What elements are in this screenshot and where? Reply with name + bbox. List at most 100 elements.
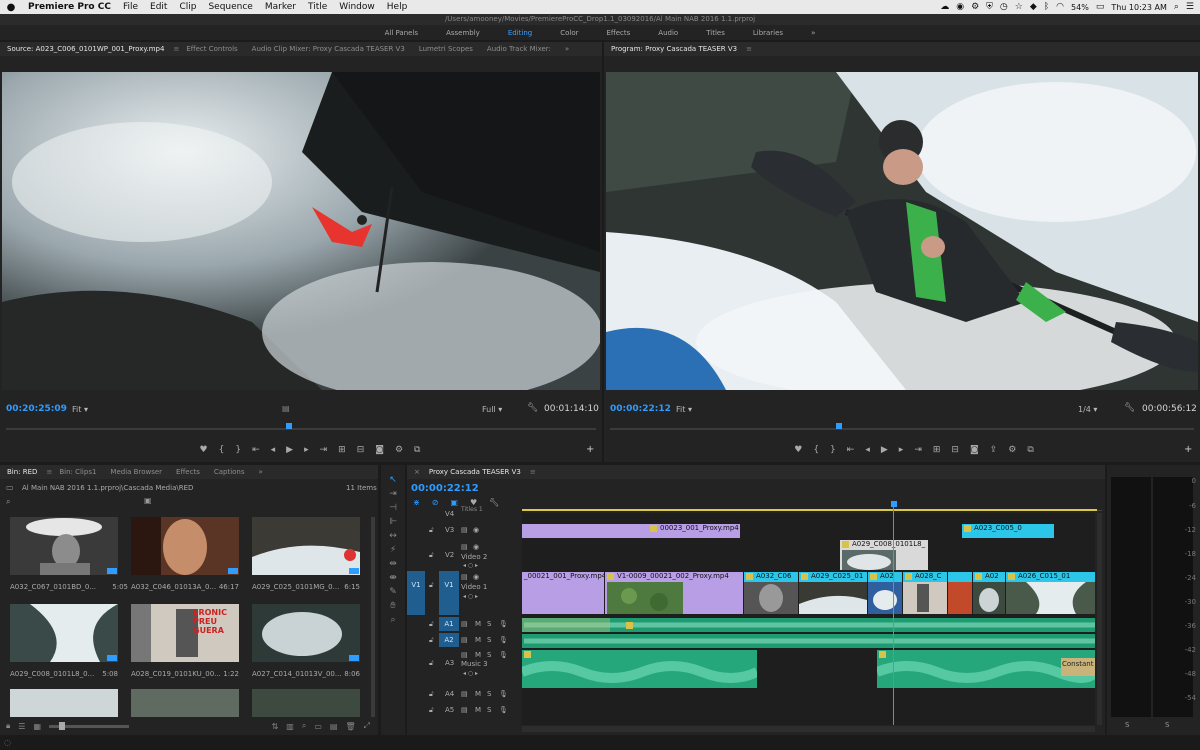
program-video[interactable] bbox=[606, 72, 1198, 390]
sort-icon[interactable]: ⇅ bbox=[272, 722, 279, 731]
tab-effects[interactable]: Effects bbox=[169, 468, 207, 476]
solo-left-button[interactable]: S bbox=[1125, 721, 1129, 729]
timeline-timecode[interactable]: 00:00:22:12 bbox=[411, 483, 479, 494]
go-to-in-icon[interactable]: ⇤ bbox=[847, 445, 855, 455]
timeline-clip[interactable]: A02 bbox=[868, 572, 902, 614]
program-scrubber[interactable] bbox=[610, 428, 1194, 430]
tab-captions[interactable]: Captions bbox=[207, 468, 252, 476]
source-timecode[interactable]: 00:20:25:09 bbox=[6, 404, 67, 414]
tab-source[interactable]: Source: A023_C006_0101WP_001_Proxy.mp4 bbox=[0, 45, 171, 53]
source-playhead[interactable] bbox=[286, 423, 292, 429]
eye-icon[interactable]: ◉ bbox=[473, 526, 479, 534]
keyframe-nav-icon[interactable]: ◂ ○ ▸ bbox=[463, 593, 478, 600]
lock-icon[interactable]: 🔓︎ bbox=[429, 690, 434, 699]
work-area-bar[interactable] bbox=[522, 509, 1097, 511]
pen-tool-icon[interactable]: ✎ bbox=[387, 587, 399, 599]
multicam-icon[interactable]: ⧉ bbox=[414, 445, 420, 455]
go-to-out-icon[interactable]: ⇥ bbox=[914, 445, 922, 455]
tab-audio-clip-mixer[interactable]: Audio Clip Mixer: Proxy Cascada TEASER V… bbox=[245, 45, 412, 53]
source-quality-select[interactable]: Full ▾ bbox=[482, 405, 502, 414]
solo-button[interactable]: S bbox=[487, 706, 491, 714]
time-machine-icon[interactable]: ◷ bbox=[1000, 2, 1008, 12]
tab-audio-track-mixer[interactable]: Audio Track Mixer: bbox=[480, 45, 558, 53]
source-patch-v1[interactable]: V1 bbox=[407, 571, 425, 615]
toggle-sync-icon[interactable]: ▤ bbox=[461, 706, 468, 714]
wrench-icon[interactable]: 🔧︎ bbox=[489, 498, 499, 507]
lock-icon[interactable]: 🔓︎ bbox=[429, 551, 434, 560]
extract-icon[interactable]: ⊟ bbox=[951, 445, 959, 455]
audio-clip[interactable] bbox=[522, 634, 1095, 648]
workspace-editing[interactable]: Editing bbox=[494, 29, 546, 37]
icon-view-icon[interactable]: ▦ bbox=[33, 722, 41, 731]
rate-stretch-tool-icon[interactable]: ↔ bbox=[387, 531, 399, 543]
menu-help[interactable]: Help bbox=[381, 2, 414, 12]
workspace-all-panels[interactable]: All Panels bbox=[371, 29, 432, 37]
info-icon[interactable]: ◌ bbox=[4, 738, 11, 747]
lock-icon[interactable]: 🔓︎ bbox=[429, 620, 434, 629]
battery-icon[interactable]: ▭ bbox=[1096, 2, 1105, 12]
dropbox-icon[interactable]: ◆ bbox=[1030, 2, 1037, 12]
clip-thumbnail[interactable] bbox=[252, 604, 360, 662]
selection-tool-icon[interactable]: ↖ bbox=[387, 475, 399, 487]
tab-bin-red[interactable]: Bin: RED bbox=[0, 468, 44, 476]
toggle-sync-icon[interactable]: ▤ bbox=[461, 543, 468, 551]
insert-icon[interactable]: ⊞ bbox=[338, 445, 346, 455]
mark-in-icon[interactable]: { bbox=[813, 445, 819, 455]
clip-thumbnail[interactable] bbox=[252, 517, 360, 575]
slip-tool-icon[interactable]: ⇹ bbox=[387, 559, 399, 571]
lift-icon[interactable]: ⊞ bbox=[933, 445, 941, 455]
new-bin-icon[interactable]: ▭ bbox=[314, 722, 322, 731]
camera-icon[interactable]: ◙ bbox=[970, 445, 979, 455]
timeline-v-scrollbar[interactable] bbox=[1097, 513, 1102, 725]
timeline-h-scrollbar[interactable] bbox=[522, 726, 1095, 732]
track-v1-label[interactable]: V1 bbox=[439, 571, 459, 615]
clip-thumbnail[interactable] bbox=[10, 517, 118, 575]
panel-menu-icon[interactable]: ≡ bbox=[530, 468, 536, 476]
close-icon[interactable]: × bbox=[407, 468, 422, 476]
source-fit-select[interactable]: Fit ▾ bbox=[72, 405, 88, 414]
menu-clip[interactable]: Clip bbox=[173, 2, 202, 12]
step-forward-icon[interactable]: ▸ bbox=[899, 445, 904, 455]
clip-thumbnail[interactable] bbox=[131, 689, 239, 717]
step-forward-icon[interactable]: ▸ bbox=[304, 445, 309, 455]
clip-thumbnail[interactable] bbox=[10, 604, 118, 662]
resize-icon[interactable]: ⤢ bbox=[364, 721, 370, 731]
new-item-icon[interactable]: ▤ bbox=[330, 722, 338, 731]
zoom-slider[interactable] bbox=[49, 721, 129, 730]
clip-thumbnail[interactable] bbox=[131, 517, 239, 575]
lock-icon[interactable]: 🔓︎ bbox=[429, 636, 434, 645]
mark-out-icon[interactable]: } bbox=[235, 445, 241, 455]
program-playhead[interactable] bbox=[836, 423, 842, 429]
audio-clip[interactable] bbox=[522, 650, 757, 688]
menu-window[interactable]: Window bbox=[333, 2, 381, 12]
clip-thumbnail[interactable] bbox=[10, 689, 118, 717]
tab-effect-controls[interactable]: Effect Controls bbox=[179, 45, 244, 53]
export-icon[interactable]: ⇪ bbox=[990, 445, 998, 455]
timeline-playhead-head[interactable] bbox=[891, 501, 897, 507]
workspace-more[interactable]: » bbox=[797, 29, 829, 37]
tabs-overflow[interactable]: » bbox=[558, 45, 576, 53]
timeline-clip[interactable] bbox=[948, 572, 972, 614]
app-menu[interactable]: Premiere Pro CC bbox=[22, 2, 117, 12]
toggle-sync-icon[interactable]: ▤ bbox=[461, 526, 468, 534]
tab-bin-clips1[interactable]: Bin: Clips1 bbox=[52, 468, 103, 476]
go-to-out-icon[interactable]: ⇥ bbox=[320, 445, 328, 455]
multicam-icon[interactable]: ⧉ bbox=[1027, 445, 1033, 455]
timeline-clip[interactable]: A02 bbox=[973, 572, 1005, 614]
apple-icon[interactable]: ● bbox=[0, 2, 22, 13]
menu-edit[interactable]: Edit bbox=[144, 2, 173, 12]
workspace-effects[interactable]: Effects bbox=[592, 29, 644, 37]
search-icon[interactable]: ⌕ bbox=[6, 497, 10, 507]
project-scrollbar[interactable] bbox=[371, 517, 375, 717]
rolling-edit-tool-icon[interactable]: ⊩ bbox=[387, 517, 399, 529]
solo-right-button[interactable]: S bbox=[1165, 721, 1169, 729]
mute-button[interactable]: M bbox=[475, 620, 481, 628]
track-a2-label[interactable]: A2 bbox=[439, 633, 459, 647]
shield-icon[interactable]: ⛨ bbox=[986, 2, 993, 12]
timeline-clip[interactable]: 00023_001_Proxy.mp4 bbox=[522, 524, 740, 538]
lock-icon[interactable]: 🔓︎ bbox=[429, 659, 434, 668]
toggle-sync-icon[interactable]: ▤ bbox=[461, 690, 468, 698]
keyframe-nav-icon[interactable]: ◂ ○ ▸ bbox=[463, 670, 478, 677]
tab-program[interactable]: Program: Proxy Cascada TEASER V3 bbox=[604, 45, 744, 53]
hand-tool-icon[interactable]: ✋︎ bbox=[387, 601, 399, 613]
